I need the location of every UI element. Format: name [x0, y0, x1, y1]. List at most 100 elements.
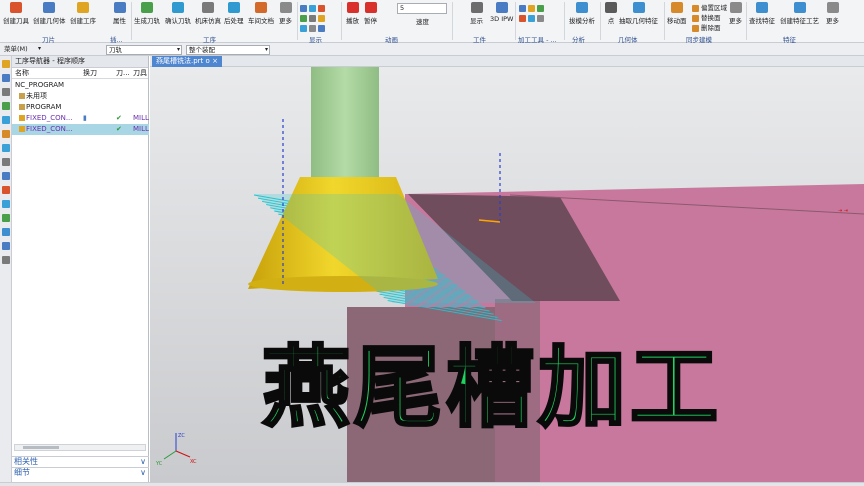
- ruler-icon[interactable]: [2, 228, 10, 236]
- speed-field[interactable]: 5: [397, 3, 447, 14]
- status-bar: [0, 482, 864, 486]
- more-icon: [826, 2, 839, 13]
- geometry-icon: [43, 2, 56, 13]
- close-icon[interactable]: ×: [212, 57, 218, 65]
- display-icons-row2[interactable]: [300, 14, 327, 22]
- more-feature-button[interactable]: 更多: [826, 2, 839, 25]
- operation-icon: [19, 115, 25, 121]
- check-icon: ✔: [116, 125, 122, 133]
- create-tool-button[interactable]: 创建刀具: [3, 2, 29, 25]
- find-feature-button[interactable]: 查找特征: [749, 2, 775, 25]
- web-browser-tab-icon[interactable]: [2, 172, 10, 180]
- more-button[interactable]: 更多: [279, 2, 292, 25]
- reuse-library-tab-icon[interactable]: [2, 116, 10, 124]
- palette-icon[interactable]: [2, 214, 10, 222]
- play-button[interactable]: 播放: [346, 2, 359, 25]
- speed-label: 速度: [416, 18, 429, 26]
- pause-button[interactable]: 暂停: [364, 2, 377, 25]
- menu-button[interactable]: 菜单(M) ▾: [2, 45, 42, 55]
- tool-shank: [311, 67, 379, 177]
- shop-documentation-button[interactable]: 车间文档: [248, 2, 274, 25]
- display-button[interactable]: 显示: [470, 2, 483, 25]
- scrollbar-thumb[interactable]: [23, 446, 59, 449]
- operation-icon: [19, 126, 25, 132]
- verify-icon: [172, 2, 184, 13]
- column-toolpath[interactable]: 刀...: [116, 68, 130, 78]
- svg-text:YC: YC: [155, 461, 163, 467]
- display-icons-row3[interactable]: [300, 24, 327, 32]
- document-tab-bar: 燕尾槽铣法.prt o ×: [150, 56, 864, 67]
- chevron-down-icon: ∨: [140, 468, 146, 477]
- extract-geometry-button[interactable]: 抽取几何特征: [619, 2, 658, 25]
- point-button[interactable]: 点: [605, 2, 617, 25]
- chevron-down-icon: ▾: [264, 46, 268, 53]
- check-icon: ✔: [116, 114, 122, 122]
- dependencies-section[interactable]: 相关性 ∨: [12, 456, 149, 467]
- draft-analysis-button[interactable]: 拔模分析: [569, 2, 595, 25]
- part-navigator-tab-icon[interactable]: [2, 74, 10, 82]
- column-tool[interactable]: 刀具: [133, 68, 147, 78]
- settings-icon[interactable]: [2, 256, 10, 264]
- machining-tool-icons[interactable]: [519, 4, 546, 12]
- create-operation-button[interactable]: 创建工序: [70, 2, 96, 25]
- point-icon: [605, 2, 617, 13]
- document-tab[interactable]: 燕尾槽铣法.prt o ×: [152, 56, 222, 67]
- offset-region-button[interactable]: 偏置区域: [692, 2, 727, 12]
- svg-text:ZC: ZC: [178, 433, 185, 439]
- generate-toolpath-button[interactable]: 生成刀轨: [134, 2, 160, 25]
- machine-simulation-button[interactable]: 机床仿真: [195, 2, 221, 25]
- ipw-icon: [495, 2, 508, 13]
- properties-button[interactable]: 属性: [113, 2, 126, 25]
- postprocess-button[interactable]: 后处理: [224, 2, 244, 25]
- details-section[interactable]: 细节 ∨: [12, 467, 149, 478]
- verify-toolpath-button[interactable]: 确认刀轨: [165, 2, 191, 25]
- tree-row-operation-1[interactable]: FIXED_CON... ▮ ✔ MILL: [12, 113, 149, 124]
- selection-bar: 菜单(M) ▾ 刀轨 ▾ 整个装配 ▾: [0, 43, 864, 56]
- 3d-ipw-button[interactable]: 3D IPW: [490, 2, 513, 23]
- column-name[interactable]: 名称: [15, 68, 29, 78]
- visual-report-icon[interactable]: [2, 242, 10, 250]
- pause-icon: [364, 2, 377, 13]
- navigator-title: 工序导航器 - 程序顺序: [12, 56, 148, 68]
- document-icon: [255, 2, 267, 13]
- play-icon: [346, 2, 359, 13]
- tree-row-unused[interactable]: 未用项: [12, 91, 149, 102]
- system-materials-tab-icon[interactable]: [2, 158, 10, 166]
- properties-icon: [113, 2, 126, 13]
- tool-icon: [10, 2, 22, 13]
- scope-dropdown[interactable]: 整个装配 ▾: [186, 45, 270, 55]
- display-icons[interactable]: [300, 4, 327, 12]
- delete-face-button[interactable]: 删除面: [692, 22, 721, 32]
- column-tool-change[interactable]: 换刀: [83, 68, 97, 78]
- ribbon-toolbar: 创建刀具 创建几何体 创建工序 属性 生成刀轨 确认刀轨 机床仿真 后处理 车间…: [0, 0, 864, 44]
- find-feature-icon: [756, 2, 768, 13]
- move-face-button[interactable]: 移动面: [667, 2, 687, 25]
- history-tab-icon[interactable]: [2, 130, 10, 138]
- postprocess-icon: [227, 2, 240, 13]
- replace-face-button[interactable]: 替换面: [692, 12, 721, 22]
- generate-icon: [141, 2, 153, 13]
- process-studio-tab-icon[interactable]: [2, 186, 10, 194]
- horizontal-scrollbar[interactable]: [14, 444, 146, 451]
- machining-tool-icons-row2[interactable]: [519, 14, 546, 22]
- tree-row-nc-program[interactable]: NC_PROGRAM: [12, 80, 149, 91]
- more-sync-button[interactable]: 更多: [729, 2, 742, 25]
- datum-marker: ⇥ ⇥: [838, 208, 848, 214]
- roles-tab-icon[interactable]: [2, 144, 10, 152]
- extract-geometry-icon: [632, 2, 645, 13]
- create-geometry-button[interactable]: 创建几何体: [33, 2, 66, 25]
- type-filter-dropdown[interactable]: 刀轨 ▾: [106, 45, 182, 55]
- assembly-navigator-tab-icon[interactable]: [2, 88, 10, 96]
- operation-navigator-tab-icon[interactable]: [2, 60, 10, 68]
- tree-row-program[interactable]: PROGRAM: [12, 102, 149, 113]
- tree-row-operation-2[interactable]: FIXED_CON... ✔ MILL: [12, 124, 149, 135]
- clock-icon[interactable]: [2, 200, 10, 208]
- display-icon: [470, 2, 483, 13]
- create-feature-process-button[interactable]: 创建特征工艺: [780, 2, 819, 25]
- move-face-icon: [670, 2, 683, 13]
- chevron-down-icon: ∨: [140, 457, 146, 466]
- draft-analysis-icon: [576, 2, 588, 13]
- machine-navigator-tab-icon[interactable]: [2, 102, 10, 110]
- machine-icon: [202, 2, 214, 13]
- operation-icon: [77, 2, 89, 13]
